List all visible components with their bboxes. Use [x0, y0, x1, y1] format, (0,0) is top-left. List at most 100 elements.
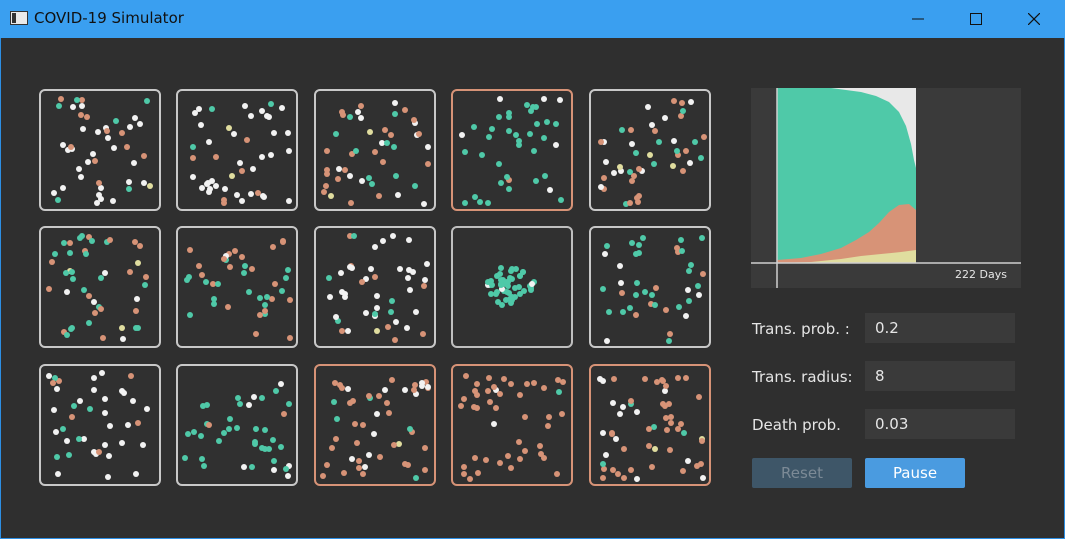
person-dot: [268, 100, 275, 107]
person-dot: [358, 115, 365, 122]
person-dot: [508, 267, 515, 274]
person-dot: [531, 380, 538, 387]
person-dot: [226, 264, 233, 271]
person-dot: [182, 454, 189, 461]
person-dot: [129, 397, 136, 404]
person-dot: [322, 182, 329, 189]
person-dot: [124, 422, 131, 429]
person-dot: [97, 274, 104, 281]
person-dot: [270, 244, 277, 251]
person-dot: [261, 308, 268, 315]
person-dot: [678, 248, 685, 255]
person-dot: [375, 192, 382, 199]
person-dot: [332, 436, 339, 443]
minimize-button[interactable]: [889, 0, 947, 38]
person-dot: [699, 271, 706, 278]
person-dot: [521, 448, 528, 455]
person-dot: [94, 128, 101, 135]
person-dot: [379, 159, 386, 166]
person-dot: [669, 163, 676, 170]
person-dot: [374, 304, 381, 311]
person-dot: [613, 435, 620, 442]
person-dot: [328, 192, 335, 199]
person-dot: [411, 116, 418, 123]
person-dot: [252, 425, 259, 432]
person-dot: [627, 304, 634, 311]
population-cell-3-3: [314, 364, 436, 486]
trans-prob-input[interactable]: 0.2: [865, 313, 1015, 343]
person-dot: [668, 420, 675, 427]
person-dot: [53, 429, 60, 436]
person-dot: [546, 413, 553, 420]
person-dot: [234, 191, 241, 198]
person-dot: [373, 410, 380, 417]
person-dot: [675, 426, 682, 433]
person-dot: [617, 410, 624, 417]
death-prob-input[interactable]: 0.03: [865, 409, 1015, 439]
person-dot: [139, 441, 146, 448]
person-dot: [61, 239, 68, 246]
person-dot: [675, 303, 682, 310]
person-dot: [68, 268, 75, 275]
person-dot: [422, 467, 429, 474]
person-dot: [506, 109, 513, 116]
person-dot: [618, 127, 625, 134]
person-dot: [230, 130, 237, 137]
person-dot: [133, 295, 140, 302]
person-dot: [241, 262, 248, 269]
person-dot: [673, 148, 680, 155]
person-dot: [684, 457, 691, 464]
person-dot: [684, 286, 691, 293]
person-dot: [620, 404, 627, 411]
person-dot: [540, 384, 547, 391]
person-dot: [374, 328, 380, 335]
reset-button[interactable]: Reset: [752, 458, 852, 488]
person-dot: [652, 301, 659, 308]
person-dot: [662, 382, 669, 389]
person-dot: [271, 466, 278, 473]
person-dot: [422, 276, 429, 283]
person-dot: [80, 286, 87, 293]
maximize-button[interactable]: [947, 0, 1005, 38]
person-dot: [270, 457, 277, 464]
person-dot: [696, 393, 703, 400]
person-dot: [198, 271, 205, 278]
person-dot: [258, 154, 265, 161]
person-dot: [278, 443, 285, 450]
person-dot: [681, 429, 688, 436]
person-dot: [407, 286, 414, 293]
person-dot: [628, 240, 635, 247]
person-dot: [260, 192, 267, 199]
person-dot: [393, 318, 400, 325]
person-dot: [675, 374, 682, 381]
person-dot: [140, 153, 147, 160]
person-dot: [229, 173, 236, 180]
person-dot: [604, 337, 611, 344]
person-dot: [252, 331, 259, 338]
person-dot: [92, 309, 99, 316]
person-dot: [358, 178, 365, 185]
person-dot: [419, 330, 426, 337]
person-dot: [70, 103, 77, 110]
person-dot: [101, 396, 108, 403]
person-dot: [635, 165, 642, 172]
person-dot: [90, 374, 97, 381]
person-dot: [621, 474, 628, 481]
person-dot: [599, 460, 606, 467]
person-dot: [679, 108, 686, 115]
person-dot: [508, 381, 515, 388]
person-dot: [50, 406, 57, 413]
person-dot: [204, 179, 211, 186]
person-dot: [128, 373, 135, 380]
person-dot: [238, 253, 245, 260]
person-dot: [266, 113, 273, 120]
person-dot: [557, 97, 564, 104]
person-dot: [376, 393, 382, 400]
person-dot: [144, 406, 151, 413]
trans-radius-input[interactable]: 8: [865, 361, 1015, 391]
person-dot: [278, 104, 285, 111]
person-dot: [355, 108, 362, 115]
close-button[interactable]: [1005, 0, 1063, 38]
pause-button[interactable]: Pause: [865, 458, 965, 488]
person-dot: [494, 289, 501, 296]
